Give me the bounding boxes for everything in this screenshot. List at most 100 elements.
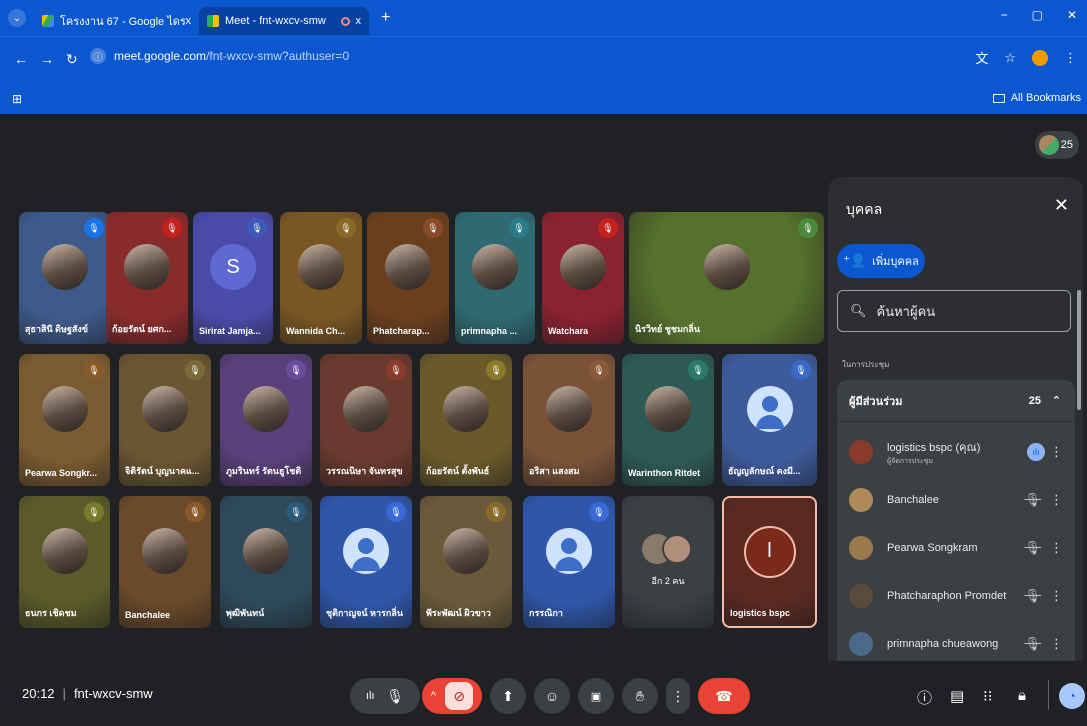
participant-name: ชุติกาญจน์ หารกลิ่น	[326, 608, 403, 618]
participant-name: Pearwa Songkr...	[25, 468, 98, 478]
participant-tile[interactable]: l logistics bspc	[722, 496, 817, 628]
url-host: meet.google.com	[114, 49, 207, 63]
minimize-button[interactable]: −	[1001, 8, 1008, 22]
avatar	[124, 244, 170, 291]
participant-tile[interactable]: 🎙︎ ชุติกาญจน์ หารกลิ่น	[320, 496, 412, 628]
tab-drive[interactable]: โครงงาน 67 - Google ไดรฟ์ x	[34, 7, 199, 35]
participant-tile[interactable]: 🎙︎ Wannida Ch...	[280, 212, 362, 344]
close-window-button[interactable]: ✕	[1067, 8, 1077, 22]
more-vert-icon[interactable]: ⋮	[1050, 540, 1063, 556]
mic-off-icon[interactable]: 🎙︎	[1024, 636, 1041, 652]
info-icon[interactable]: ⓘ	[917, 687, 932, 708]
close-tab-icon[interactable]: x	[356, 15, 362, 27]
participant-tile[interactable]: 🎙︎ พีระพัฒน์ ผิวขาว	[420, 496, 512, 628]
participant-row[interactable]: logistics bspc (คุณ) ผู้จัดการประชุม ılı ⋮	[837, 428, 1075, 476]
site-info-icon[interactable]: ⓘ	[90, 48, 106, 64]
browser-menu-icon[interactable]: ⋮	[1064, 50, 1077, 66]
participant-tile[interactable]: 🎙︎ สุธาสินี ดิษฐสังข์	[19, 212, 110, 344]
participant-tile[interactable]: 🎙︎ พุฒิพันทน์	[220, 496, 312, 628]
participant-tile[interactable]: 🎙︎ ภูมรินทร์ รัตนธูโชติ	[220, 354, 312, 486]
more-vert-icon[interactable]: ⋮	[1050, 588, 1063, 604]
participant-tile[interactable]: 🎙︎ Banchalee	[119, 496, 211, 628]
participants-group-header[interactable]: ผู้มีส่วนร่วม 25 ⌃	[837, 380, 1075, 422]
close-tab-icon[interactable]: x	[186, 15, 192, 27]
participant-tile[interactable]: 🎙︎ ธนกร เชิดชม	[19, 496, 110, 628]
new-tab-button[interactable]: +	[381, 9, 390, 27]
mic-off-icon[interactable]: 🎙︎	[1024, 588, 1041, 604]
emoji-button[interactable]: ☺	[534, 678, 570, 714]
avatar	[645, 386, 691, 433]
participant-tile[interactable]: 🎙︎ S Sirirat Jamja...	[193, 212, 273, 344]
participant-name: Warinthon Ritdet	[628, 468, 701, 478]
avatar	[546, 528, 592, 575]
reload-icon[interactable]: ↻	[66, 51, 78, 68]
chevron-up-icon[interactable]: ^	[431, 690, 436, 702]
divider	[1048, 680, 1049, 710]
participant-name: Pearwa Songkram	[887, 542, 978, 554]
bookmark-star-icon[interactable]: ☆	[1004, 50, 1016, 66]
search-placeholder: ค้นหาผู้คน	[876, 303, 936, 319]
participant-tile[interactable]: 🎙︎ Warinthon Ritdet	[622, 354, 714, 486]
camera-button[interactable]: ^ ⊘	[422, 678, 482, 714]
mic-off-icon: 🎙︎	[386, 502, 406, 522]
activities-icon[interactable]: ⁝⁝	[983, 687, 993, 705]
leave-call-button[interactable]: ☎︎	[698, 678, 750, 714]
captions-button[interactable]: ▣	[578, 678, 614, 714]
chat-icon[interactable]: ▤	[950, 687, 964, 705]
activity-icon[interactable]: ◔	[1059, 683, 1085, 709]
maximize-button[interactable]: ▢	[1032, 8, 1043, 22]
participant-count-pill[interactable]: 25	[1035, 131, 1079, 159]
participant-tile[interactable]: 🎙︎ จิติรัตน์ บุญนาคแ...	[119, 354, 211, 486]
mic-button[interactable]: ılı 🎙︎	[350, 678, 420, 714]
translate-icon[interactable]: 文	[975, 48, 988, 67]
participant-tile[interactable]: 🎙︎ นิรวิทย์ ชูชมกลิ่น	[629, 212, 824, 344]
present-button[interactable]: ⬆︎	[490, 678, 526, 714]
participant-tile[interactable]: 🎙︎ Pearwa Songkr...	[19, 354, 110, 486]
mic-off-icon: 🎙︎	[247, 218, 267, 238]
participant-name: Phatcharaphon Promdet	[887, 590, 1007, 602]
more-vert-icon[interactable]: ⋮	[1050, 492, 1063, 508]
profile-avatar[interactable]	[1032, 49, 1048, 66]
tab-search-icon[interactable]: ⌄	[8, 9, 26, 27]
scrollbar[interactable]	[1077, 290, 1081, 410]
more-vert-icon[interactable]: ⋮	[1050, 636, 1063, 652]
participant-row[interactable]: Phatcharaphon Promdet 🎙︎ ⋮	[837, 572, 1075, 620]
raise-hand-button[interactable]: ✋︎	[622, 678, 658, 714]
participant-name: ธนกร เชิดชม	[25, 608, 77, 618]
more-vert-icon[interactable]: ⋮	[1050, 444, 1063, 460]
avatar	[849, 440, 873, 464]
participant-tile[interactable]: อีก 2 คน	[622, 496, 714, 628]
participant-tile[interactable]: 🎙︎ อริสา แสงสม	[523, 354, 615, 486]
speaking-indicator-icon: ılı	[1027, 443, 1045, 461]
close-icon[interactable]: ✕	[1054, 195, 1069, 216]
all-bookmarks-button[interactable]: All Bookmarks	[992, 92, 1081, 104]
mic-off-icon: 🎙︎	[84, 218, 104, 238]
host-controls-icon[interactable]: 🔒︎	[1018, 687, 1026, 704]
participant-tile[interactable]: 🎙︎ วรรณนิษา จันทรสุข	[320, 354, 412, 486]
participant-tile[interactable]: 🎙︎ ธัญญลักษณ์ คงมี...	[722, 354, 817, 486]
participant-row[interactable]: Banchalee 🎙︎ ⋮	[837, 476, 1075, 524]
participant-row[interactable]: primnapha chueawong 🎙︎ ⋮	[837, 620, 1075, 661]
people-panel: บุคคล ✕ ⁺👤 เพิ่มบุคคล 🔍︎ ค้นหาผู้คน ในกา…	[828, 177, 1083, 661]
chevron-up-icon[interactable]: ⌃	[1052, 394, 1061, 407]
participant-tile[interactable]: 🎙︎ Phatcharap...	[367, 212, 449, 344]
add-people-label: เพิ่มบุคคล	[872, 256, 919, 268]
more-vert-icon: ⋮	[671, 687, 685, 704]
participant-tile[interactable]: 🎙︎ กรรณิกา	[523, 496, 615, 628]
participant-tile[interactable]: 🎙︎ ก้อยรัตน์ ยศก...	[106, 212, 188, 344]
mic-off-icon[interactable]: 🎙︎	[1024, 540, 1041, 556]
participant-tile[interactable]: 🎙︎ ก้อยรัตน์ ตั้งพันธ์	[420, 354, 512, 486]
apps-grid-icon[interactable]: ⊞	[12, 92, 22, 106]
hangup-icon: ☎︎	[715, 687, 733, 704]
more-options-button[interactable]: ⋮	[666, 678, 690, 714]
back-icon[interactable]: ←	[14, 51, 28, 67]
url-input[interactable]: ⓘ meet.google.com /fnt-wxcv-smw?authuser…	[90, 45, 990, 67]
mic-off-icon[interactable]: 🎙︎	[1024, 492, 1041, 508]
add-people-button[interactable]: ⁺👤 เพิ่มบุคคล	[837, 244, 925, 278]
forward-icon[interactable]: →	[40, 51, 54, 67]
tab-meet[interactable]: Meet - fnt-wxcv-smw x	[199, 7, 369, 35]
participant-tile[interactable]: 🎙︎ primnapha ...	[455, 212, 535, 344]
participant-tile[interactable]: 🎙︎ Watchara	[542, 212, 624, 344]
participant-row[interactable]: Pearwa Songkram 🎙︎ ⋮	[837, 524, 1075, 572]
search-input[interactable]: 🔍︎ ค้นหาผู้คน	[837, 290, 1071, 332]
